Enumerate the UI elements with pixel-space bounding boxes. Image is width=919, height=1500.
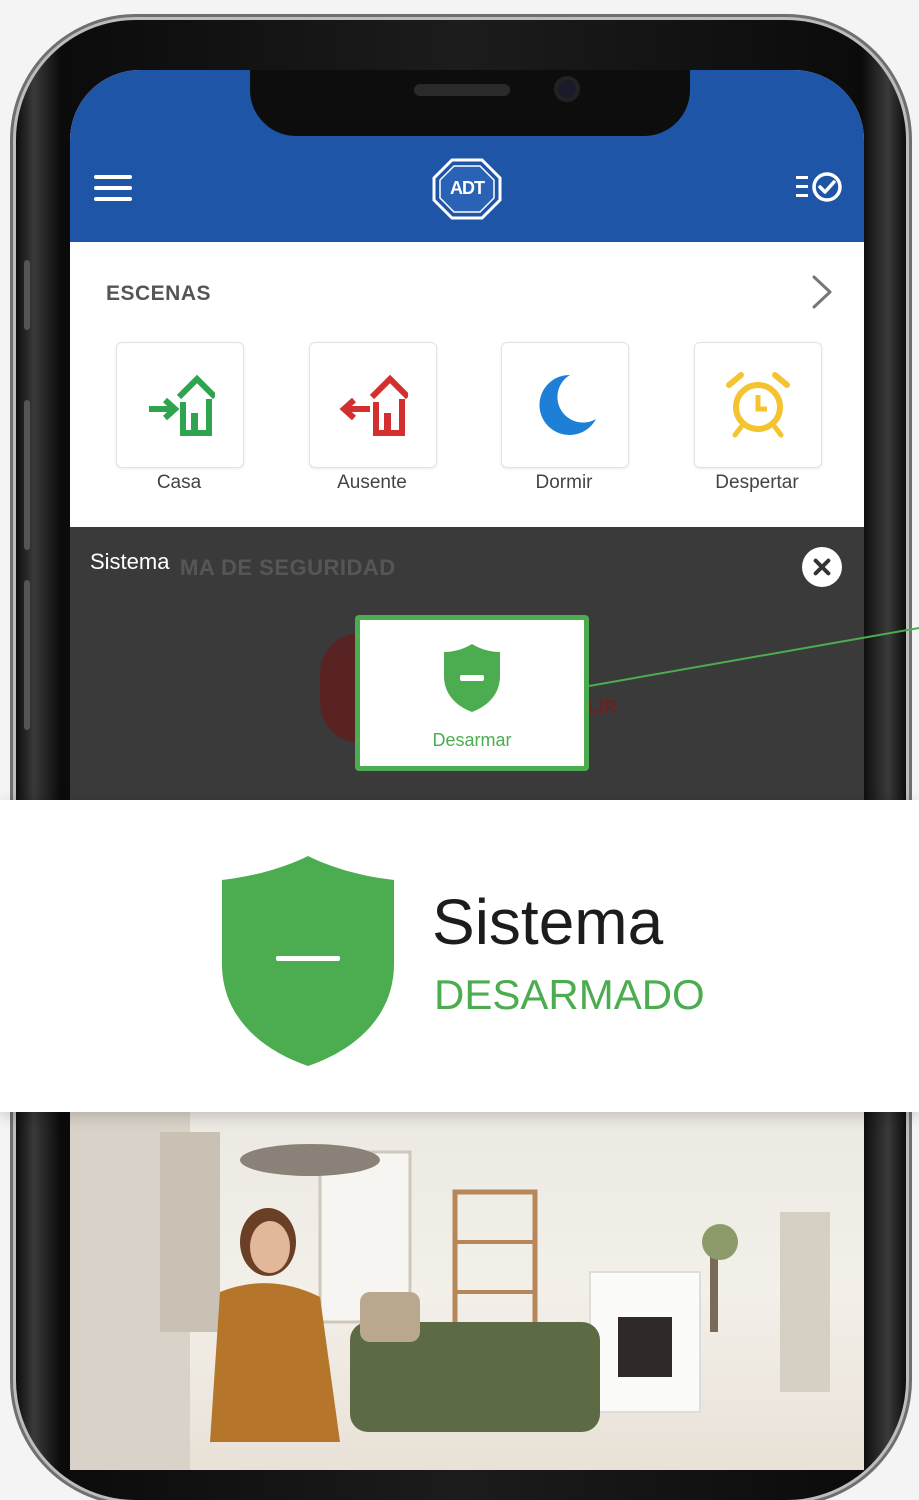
status-callout-card: Sistema DESARMADO [0,800,919,1112]
scene-label-despertar: Despertar [715,472,799,493]
home-photo [70,1112,864,1470]
power-button [24,580,30,730]
logo-text: ADT [450,178,485,198]
scenes-title: ESCENAS [106,282,212,305]
moon-icon [539,374,596,435]
app-header: ADT [70,70,864,242]
volume-button [24,400,30,550]
scenes-section: ESCENAS Casa Ausente Dormir Despertar [70,242,864,517]
living-room-image [70,1112,830,1470]
speaker-grille [414,84,510,96]
scene-tile-dormir[interactable] [501,342,629,468]
alarm-clock-icon [726,372,790,438]
chevron-right-icon[interactable] [806,274,836,310]
scene-tile-despertar[interactable] [694,342,822,468]
disarm-button-label: Desarmar [432,730,512,750]
hamburger-menu-icon[interactable] [94,175,132,203]
scene-tile-ausente[interactable] [309,342,437,468]
security-system-title-dimmed: MA DE SEGURIDAD [180,555,396,580]
close-icon[interactable] [802,547,842,587]
callout-title: Sistema [432,886,664,958]
scene-label-dormir: Dormir [535,472,593,493]
checklist-icon[interactable] [796,170,844,204]
shield-disarmed-icon [222,856,394,1066]
scene-label-ausente: Ausente [337,472,407,493]
security-overlay-title: Sistema [90,549,170,574]
system-status-text: DESARMADO [434,971,705,1018]
scene-tile-casa[interactable] [116,342,244,468]
leave-home-icon [339,374,408,436]
phone-screen: ADT ESCENAS Casa Ausente Dormir Desperta… [70,70,864,1470]
scene-label-casa: Casa [156,472,202,493]
phone-notch [250,70,690,136]
disarm-button[interactable]: Desarmar [355,615,589,771]
volume-button [24,260,30,330]
arrive-home-icon [149,374,215,436]
disarmed-shield-icon [444,644,500,712]
adt-logo: ADT [432,158,502,220]
front-camera [554,76,580,102]
